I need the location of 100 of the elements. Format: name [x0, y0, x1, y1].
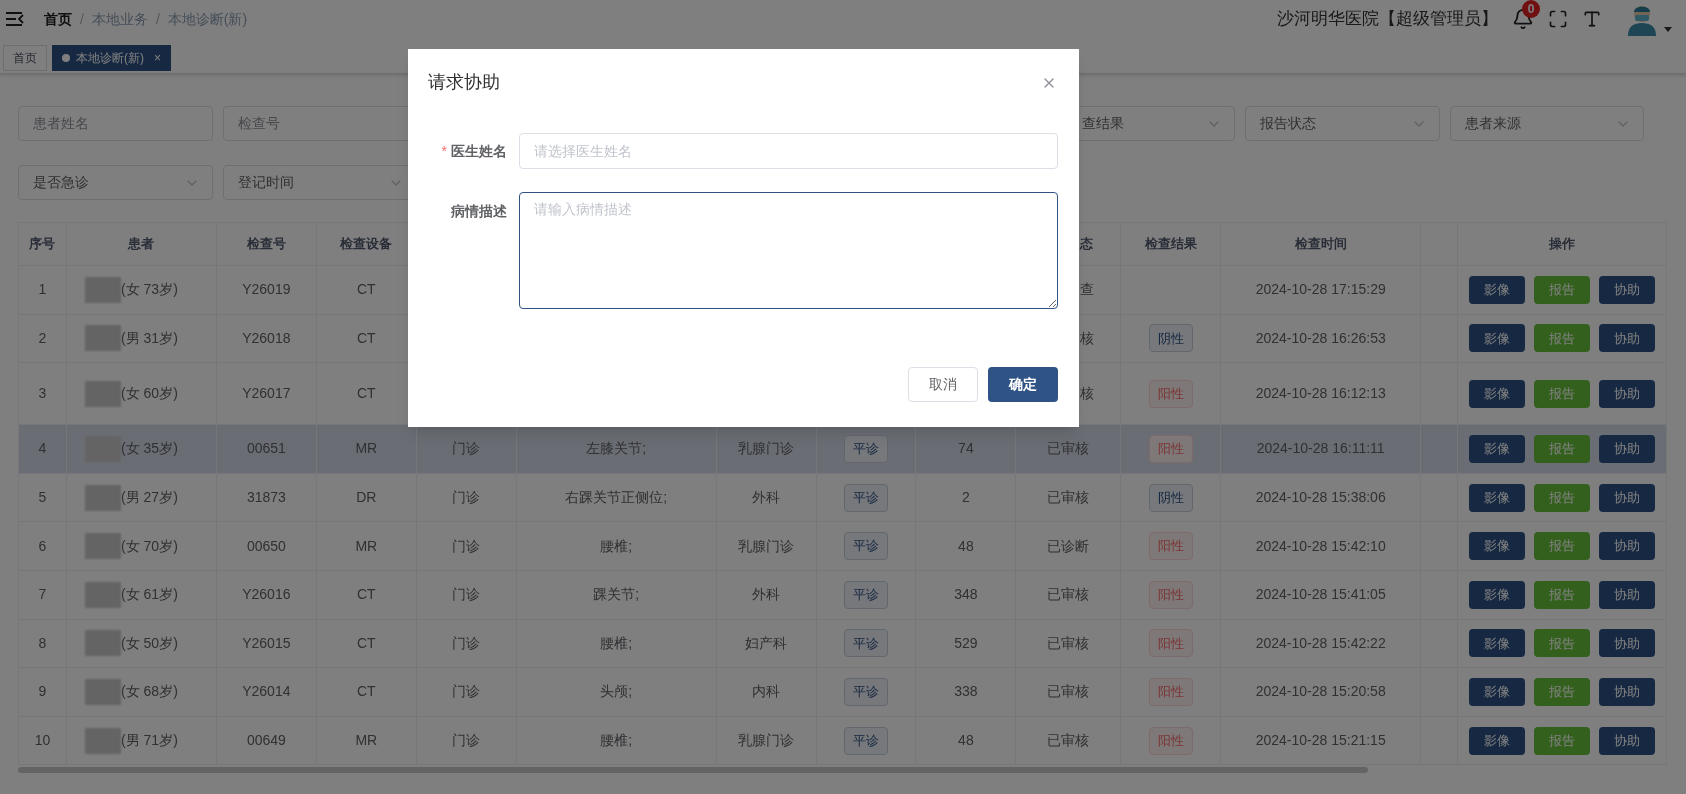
table-cell-text: 乳腺门诊 — [738, 731, 795, 751]
action-button[interactable]: 影像 — [1469, 275, 1526, 304]
table-cell-text: 2024-10-28 16:11:11 — [1256, 439, 1385, 459]
table-cell-text: 8 — [38, 633, 47, 653]
column-header: 检查号 — [246, 235, 286, 254]
table-cell-text: MR — [355, 731, 378, 751]
table-cell-text: 乳腺门诊 — [738, 536, 795, 556]
table-cell-text: 门诊 — [452, 536, 481, 556]
table-cell-text: 2024-10-28 17:15:29 — [1255, 280, 1386, 300]
select-field[interactable]: 患者来源 — [1449, 106, 1644, 141]
action-button[interactable]: 影像 — [1469, 677, 1526, 706]
dialog-button[interactable]: 取消 — [908, 367, 978, 402]
page-tab[interactable]: 首页 — [3, 44, 47, 71]
table-row[interactable]: 8 (女 50岁) Y26015 CT 门诊 腰椎; 妇产科 平诊 529 已审核 阳性 2024-10-28 15:42:22 影像 报告 协助 — [19, 619, 1667, 669]
table-cell-text: 1 — [38, 280, 47, 300]
result-tag: 阳性 — [1148, 435, 1193, 463]
table-cell-text: Y26017 — [242, 384, 291, 404]
priority-tag: 平诊 — [843, 483, 888, 512]
action-button[interactable]: 协助 — [1599, 629, 1656, 658]
table-cell-text: 31873 — [246, 488, 286, 508]
redaction-mosaic — [85, 484, 121, 511]
table-cell-text: 2024-10-28 15:21:15 — [1255, 731, 1386, 751]
column-header: 患者 — [128, 235, 155, 254]
action-button[interactable]: 协助 — [1599, 726, 1656, 755]
action-button[interactable]: 影像 — [1469, 379, 1526, 408]
table-cell-text: 00649 — [246, 731, 286, 751]
table-row[interactable]: 9 (女 68岁) Y26014 CT 门诊 头颅; 内科 平诊 338 已审核 阳性 2024-10-28 15:20:58 影像 报告 协助 — [19, 668, 1667, 717]
action-button[interactable]: 影像 — [1469, 324, 1526, 353]
page-tab[interactable]: 本地诊断(新) × — [52, 44, 171, 71]
result-tag: 阴性 — [1148, 324, 1193, 353]
table-cell-text: 门诊 — [452, 731, 481, 751]
table-cell-text: 00650 — [246, 536, 286, 556]
column-header: 态 — [1080, 235, 1094, 254]
doctor-name-field[interactable]: 请选择医生姓名 — [519, 133, 1058, 169]
table-cell-text: 2 — [962, 488, 970, 508]
dialog-button[interactable]: 确定 — [988, 367, 1058, 402]
redaction-mosaic — [85, 727, 121, 754]
table-row[interactable]: 6 (女 70岁) 00650 MR 门诊 腰椎; 乳腺门诊 平诊 48 已诊断 阳性 2024-10-28 15:42:10 影像 报告 协助 — [19, 522, 1667, 571]
action-button[interactable]: 协助 — [1599, 379, 1656, 408]
action-button[interactable]: 协助 — [1599, 435, 1656, 463]
scrollbar[interactable] — [18, 767, 1368, 774]
table-cell-text: 2024-10-28 15:42:10 — [1255, 536, 1386, 556]
result-tag: 阳性 — [1148, 379, 1193, 408]
table-row[interactable]: 4 (女 35岁) 00651 MR 门诊 左膝关节; 乳腺门诊 平诊 74 已审核 阳性 2024-10-28 16:11:11 影像 报告 协助 — [19, 425, 1667, 474]
table-cell-text: Y26019 — [242, 280, 291, 300]
breadcrumb-item[interactable]: 本地诊断(新) — [167, 8, 248, 30]
table-cell-text: 门诊 — [452, 633, 481, 653]
redaction-mosaic — [85, 276, 121, 303]
action-button[interactable]: 影像 — [1469, 580, 1526, 609]
priority-tag: 平诊 — [843, 629, 888, 658]
action-button[interactable]: 协助 — [1599, 580, 1656, 609]
priority-tag: 平诊 — [843, 726, 888, 755]
result-tag: 阳性 — [1148, 726, 1193, 755]
action-button[interactable]: 协助 — [1599, 324, 1656, 353]
redaction-mosaic — [85, 325, 121, 352]
action-button[interactable]: 影像 — [1469, 435, 1526, 463]
table-cell-text: Y26015 — [242, 633, 291, 653]
font-size-icon[interactable] — [1582, 9, 1602, 29]
close-tab[interactable]: × — [154, 48, 161, 67]
caret-icon[interactable] — [1664, 27, 1672, 32]
column-header: 操作 — [1549, 235, 1576, 254]
table-cell-text: 6 — [38, 536, 47, 556]
action-button[interactable]: 影像 — [1469, 726, 1526, 755]
table-cell-text: CT — [356, 280, 376, 300]
action-button[interactable]: 协助 — [1599, 532, 1656, 561]
action-button[interactable]: 协助 — [1599, 677, 1656, 706]
patient-text: (男 71岁) — [121, 731, 178, 751]
table-row[interactable]: 10 (男 71岁) 00649 MR 门诊 腰椎; 乳腺门诊 平诊 48 已审核 阳性 2024-10-28 15:21:15 影像 报告 协助 — [19, 716, 1667, 766]
table-cell-text: 已审核 — [1047, 585, 1090, 605]
breadcrumb-item[interactable]: 首页 — [44, 8, 72, 30]
result-tag: 阴性 — [1148, 483, 1193, 512]
action-button[interactable]: 影像 — [1469, 629, 1526, 658]
result-tag: 阳性 — [1148, 629, 1193, 658]
select-field[interactable]: 是否急诊 — [18, 165, 213, 200]
table-cell-text: 已审核 — [1047, 731, 1090, 751]
table-cell-text: 10 — [34, 731, 51, 751]
menu-icon[interactable] — [6, 11, 24, 27]
patient-text: (女 35岁) — [121, 439, 178, 459]
column-header: 检查结果 — [1144, 235, 1197, 254]
table-row[interactable]: 5 (男 27岁) 31873 DR 门诊 右踝关节正侧位; 外科 平诊 2 已审核 阴性 2024-10-28 15:38:06 影像 报告 协助 — [19, 473, 1667, 523]
result-tag: 阳性 — [1148, 580, 1193, 609]
action-button[interactable]: 协助 — [1599, 483, 1656, 512]
table-cell-text: 529 — [954, 633, 978, 653]
description-field[interactable]: 请输入病情描述 — [519, 192, 1058, 309]
fullscreen-icon[interactable] — [1548, 9, 1568, 29]
table-cell-text: MR — [355, 536, 378, 556]
table-cell-text: 右踝关节正侧位; — [565, 488, 668, 508]
table-row[interactable]: 7 (女 61岁) Y26016 CT 门诊 踝关节; 外科 平诊 348 已审核 阳性 2024-10-28 15:41:05 影像 报告 协助 — [19, 570, 1667, 620]
table-cell-text: 外科 — [752, 488, 781, 508]
action-button[interactable]: 协助 — [1599, 275, 1656, 304]
action-button[interactable]: 影像 — [1469, 483, 1526, 512]
table-cell-text: 乳腺门诊 — [738, 439, 795, 459]
breadcrumb-item[interactable]: 本地业务 — [91, 8, 148, 30]
action-button[interactable]: 影像 — [1469, 532, 1526, 561]
table-cell-text: 3 — [38, 384, 47, 404]
select-field[interactable]: 报告状态 — [1245, 106, 1440, 141]
table-cell-text: 2024-10-28 15:38:06 — [1255, 488, 1386, 508]
table-cell-text: CT — [356, 633, 376, 653]
patient-text: (女 61岁) — [121, 585, 178, 605]
table-cell-text: 9 — [38, 682, 47, 702]
